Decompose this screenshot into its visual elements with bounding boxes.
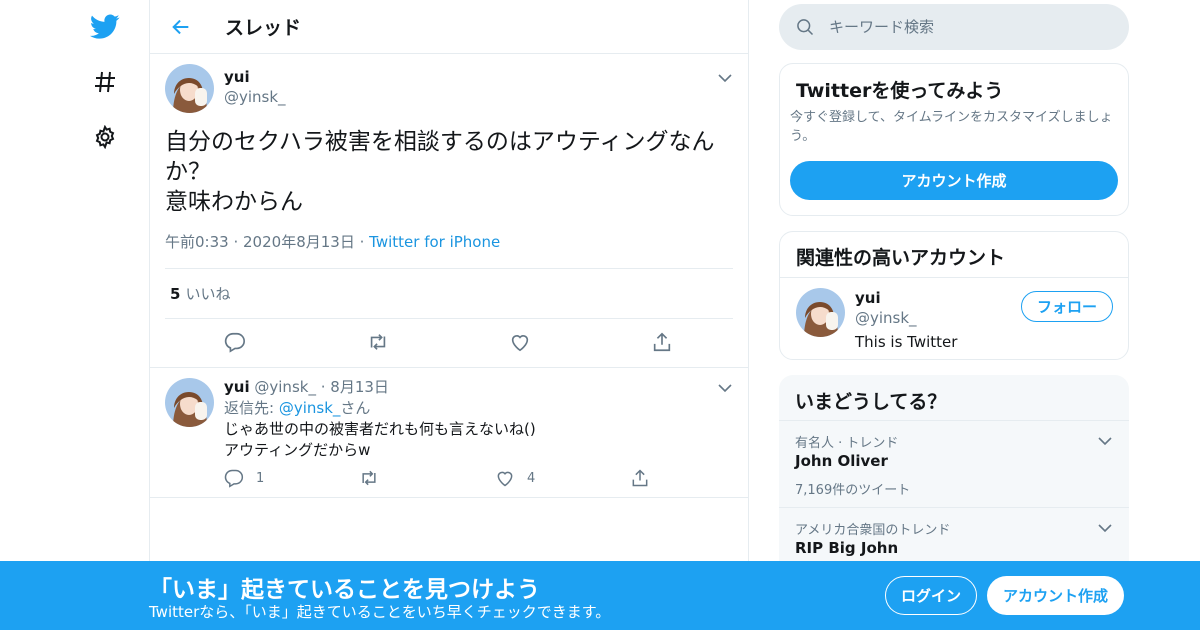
like-heart-icon[interactable] xyxy=(509,331,533,355)
trend-context: アメリカ合衆国のトレンド xyxy=(795,523,951,538)
meta-separator: · xyxy=(233,233,244,251)
reply-button[interactable]: 1 xyxy=(224,468,264,488)
tweet-meta: 午前0:33 · 2020年8月13日 · Twitter for iPhone xyxy=(165,231,733,252)
banner-title: 「いま」起きていることを見つけよう xyxy=(149,577,540,603)
thread-column: スレッド yui @yinsk_ 自分のセクハラ被害を相談するのはアウティングな… xyxy=(149,0,749,630)
login-button[interactable]: ログイン xyxy=(885,576,977,615)
related-accounts-card: 関連性の高いアカウント yui @yinsk_ This is Twitter … xyxy=(779,231,1129,360)
author-handle[interactable]: @yinsk_ xyxy=(254,378,316,396)
trend-item[interactable]: 有名人 · トレンド John Oliver 7,169件のツイート xyxy=(779,420,1129,507)
related-card-title: 関連性の高いアカウント xyxy=(796,247,1006,269)
trend-name: RIP Big John xyxy=(795,539,899,557)
author-name[interactable]: yui xyxy=(855,288,957,308)
signup-banner: 「いま」起きていることを見つけよう Twitterなら、「いま」起きていることを… xyxy=(0,561,1200,630)
tweet-actions xyxy=(165,319,733,367)
author-handle[interactable]: @yinsk_ xyxy=(855,308,957,328)
search-icon xyxy=(797,19,814,36)
divider xyxy=(780,277,1128,278)
retweet-icon xyxy=(362,470,376,486)
banner-subtitle: Twitterなら、「いま」起きていることをいち早くチェックできます。 xyxy=(149,603,611,621)
likes-stats[interactable]: 5 いいね xyxy=(165,268,733,319)
like-label: いいね xyxy=(185,285,231,303)
chevron-down-icon[interactable] xyxy=(717,380,733,396)
reply-date[interactable]: 8月13日 xyxy=(330,378,389,396)
signup-card-title: Twitterを使ってみよう xyxy=(796,80,1004,102)
author-name[interactable]: yui xyxy=(224,68,286,86)
reply-text-line: アウティングだからw xyxy=(224,441,371,459)
reply-body: yui @yinsk_ · 8月13日 返信先: @yinsk_さん じゃあ世の… xyxy=(224,377,536,461)
chevron-down-icon[interactable] xyxy=(1097,520,1113,540)
reply-prefix: 返信先: xyxy=(224,399,279,417)
replying-to: 返信先: @yinsk_さん xyxy=(224,398,536,419)
avatar[interactable] xyxy=(165,64,214,113)
reply-text-line: じゃあ世の中の被害者だれも何も言えないね() xyxy=(224,420,536,438)
related-account-info: yui @yinsk_ This is Twitter xyxy=(855,288,957,352)
tweet-time[interactable]: 午前0:33 xyxy=(165,233,229,251)
thread-header: スレッド xyxy=(150,0,748,54)
like-button[interactable]: 4 xyxy=(495,468,535,488)
like-count: 5 xyxy=(170,284,181,303)
page-title: スレッド xyxy=(225,17,302,39)
share-icon[interactable] xyxy=(651,331,675,355)
reply-icon xyxy=(224,469,244,488)
tweet-source-link[interactable]: Twitter for iPhone xyxy=(369,233,500,251)
twitter-logo-icon[interactable] xyxy=(90,12,120,42)
trend-name: John Oliver xyxy=(795,452,888,470)
like-count: 4 xyxy=(527,470,536,486)
retweet-icon[interactable] xyxy=(366,331,390,355)
trend-count: 7,169件のツイート xyxy=(795,483,911,498)
reply-to-link[interactable]: @yinsk_ xyxy=(279,399,341,417)
retweet-button[interactable] xyxy=(358,468,392,488)
chevron-down-icon[interactable] xyxy=(1097,433,1113,453)
search-box[interactable] xyxy=(779,4,1129,50)
trend-context: 有名人 · トレンド xyxy=(795,436,899,451)
meta-separator: · xyxy=(320,378,331,396)
share-button[interactable] xyxy=(630,468,662,488)
avatar[interactable] xyxy=(165,378,214,427)
reply-icon[interactable] xyxy=(224,331,248,355)
meta-separator: · xyxy=(359,233,370,251)
create-account-button[interactable]: アカウント作成 xyxy=(790,161,1118,200)
trends-title: いまどうしてる？ xyxy=(795,391,947,413)
signup-button[interactable]: アカウント作成 xyxy=(987,576,1124,615)
back-arrow-icon[interactable] xyxy=(166,12,196,42)
trend-item[interactable]: アメリカ合衆国のトレンド RIP Big John xyxy=(779,507,1129,567)
signup-card-desc: 今すぐ登録して、タイムラインをカスタマイズしましょう。 xyxy=(790,110,1113,144)
signup-card: Twitterを使ってみよう 今すぐ登録して、タイムラインをカスタマイズしましょ… xyxy=(779,63,1129,216)
author-name[interactable]: yui xyxy=(224,378,250,396)
explore-hash-icon[interactable] xyxy=(90,67,120,97)
settings-gear-icon[interactable] xyxy=(90,122,120,152)
chevron-down-icon[interactable] xyxy=(717,70,733,86)
share-icon xyxy=(632,469,648,487)
account-bio: This is Twitter xyxy=(855,333,958,351)
search-input[interactable] xyxy=(829,18,1089,36)
main-tweet: yui @yinsk_ 自分のセクハラ被害を相談するのはアウティングなんか？ 意… xyxy=(150,54,748,367)
author-handle[interactable]: @yinsk_ xyxy=(224,88,286,106)
tweet-text: 自分のセクハラ被害を相談するのはアウティングなんか？ 意味わからん xyxy=(165,129,715,215)
reply-tweet[interactable]: yui @yinsk_ · 8月13日 返信先: @yinsk_さん じゃあ世の… xyxy=(150,367,748,498)
reply-count: 1 xyxy=(256,470,265,486)
reply-suffix: さん xyxy=(340,399,371,417)
like-heart-icon xyxy=(497,471,513,487)
follow-button[interactable]: フォロー xyxy=(1021,291,1113,322)
avatar[interactable] xyxy=(796,288,845,337)
tweet-date[interactable]: 2020年8月13日 xyxy=(243,233,355,251)
